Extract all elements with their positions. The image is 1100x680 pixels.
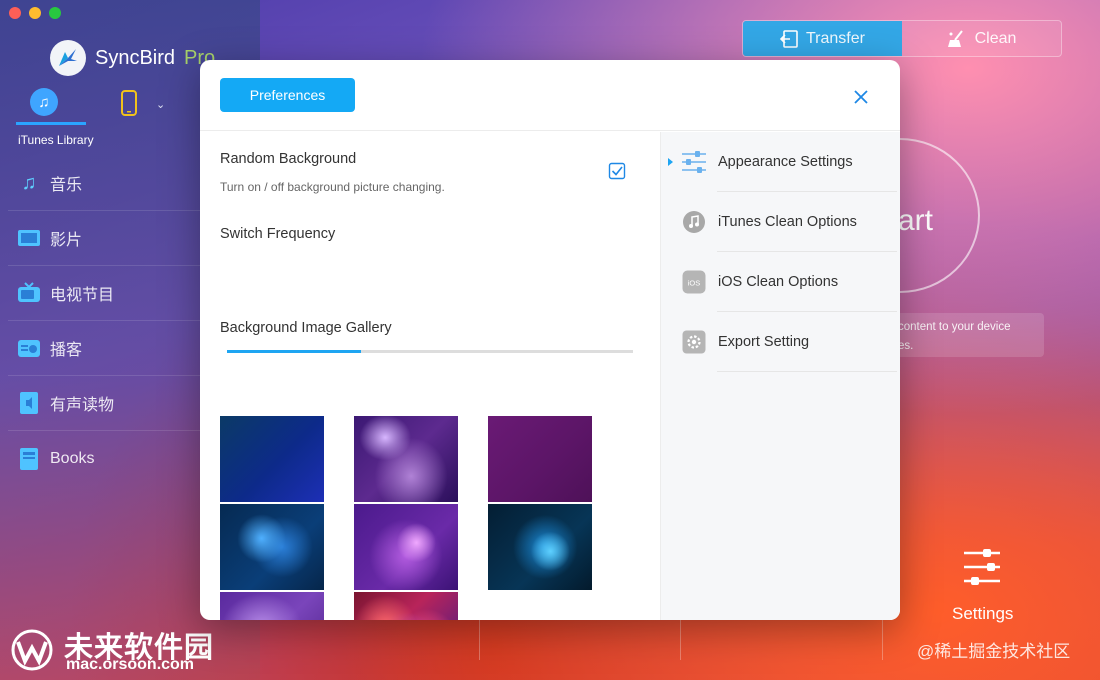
- sidebar-item-label: 影片: [50, 232, 83, 249]
- random-background-title: Random Background: [220, 151, 357, 167]
- divider: [882, 620, 883, 660]
- gallery-thumb[interactable]: [488, 416, 592, 502]
- chevron-down-icon[interactable]: ⌄: [156, 98, 165, 111]
- transfer-label: Transfer: [806, 29, 865, 47]
- gallery-thumb[interactable]: [220, 504, 324, 590]
- mode-segmented-control: Transfer Clean: [742, 20, 1062, 57]
- active-indicator-icon: [668, 158, 673, 166]
- gallery-thumb-selected[interactable]: [354, 592, 458, 620]
- random-background-checkbox[interactable]: [608, 162, 626, 180]
- gallery-thumb[interactable]: [488, 504, 592, 590]
- menu-item-label: Export Setting: [718, 334, 810, 350]
- app-logo: SyncBird Pro: [50, 40, 215, 76]
- menu-item-itunes-clean-options[interactable]: iTunes Clean Options: [661, 192, 900, 252]
- ios-icon: iOS: [682, 270, 706, 294]
- watermark-logo-icon: [11, 629, 53, 671]
- sidebar-item-movies[interactable]: 影片: [8, 211, 200, 266]
- transfer-icon: [780, 29, 798, 48]
- sidebar-item-tv-shows[interactable]: 电视节目: [8, 266, 200, 321]
- switch-frequency-slider[interactable]: [227, 350, 633, 353]
- sidebar-item-podcasts[interactable]: 播客: [8, 321, 200, 376]
- random-background-description: Turn on / off background picture changin…: [220, 180, 445, 194]
- appearance-settings-panel: Random Background Turn on / off backgrou…: [200, 132, 660, 620]
- gear-icon: [682, 330, 706, 354]
- podcast-icon: [16, 336, 42, 360]
- gallery-thumb[interactable]: [220, 592, 324, 620]
- divider: [680, 620, 681, 660]
- bird-logo-icon: [50, 40, 86, 76]
- sidebar-item-audiobooks[interactable]: 有声读物: [8, 376, 200, 431]
- watermark-left-url: mac.orsoon.com: [66, 656, 195, 673]
- start-hint-line1: content to your device: [898, 321, 1011, 333]
- sidebar-item-label: 有声读物: [50, 397, 115, 414]
- clean-button[interactable]: Clean: [902, 21, 1061, 56]
- settings-label[interactable]: Settings: [952, 604, 1013, 624]
- sidebar-nav: ♫ 音乐 影片 电视节目 播客 有声读物 Books: [8, 156, 200, 486]
- sidebar-item-label: Books: [50, 449, 95, 467]
- books-icon: [16, 447, 42, 471]
- music-note-icon: [683, 211, 705, 233]
- gallery-title: Background Image Gallery: [220, 320, 392, 336]
- broom-icon: [947, 29, 963, 47]
- app-name: SyncBird: [95, 46, 176, 69]
- sidebar-item-label: 电视节目: [50, 287, 115, 304]
- menu-item-ios-clean-options[interactable]: iOS iOS Clean Options: [661, 252, 900, 312]
- preferences-menu: Appearance Settings iTunes Clean Options…: [660, 132, 900, 620]
- slider-fill: [227, 350, 361, 353]
- window-minimize-button[interactable]: [29, 7, 41, 19]
- background-gallery: [220, 416, 620, 620]
- sidebar-item-label: 播客: [50, 342, 83, 359]
- menu-item-appearance-settings[interactable]: Appearance Settings: [661, 132, 900, 192]
- itunes-library-label: iTunes Library: [18, 133, 94, 147]
- music-icon: ♫: [21, 171, 37, 194]
- transfer-button[interactable]: Transfer: [743, 21, 902, 56]
- gallery-thumb[interactable]: [220, 416, 324, 502]
- film-icon: [16, 226, 42, 250]
- ios-icon-text: iOS: [688, 279, 701, 288]
- window-close-button[interactable]: [9, 7, 21, 19]
- gallery-thumb[interactable]: [354, 416, 458, 502]
- sidebar-item-books[interactable]: Books: [8, 431, 200, 486]
- preferences-dialog: Preferences Random Background Turn on / …: [200, 60, 900, 620]
- divider: [717, 371, 897, 372]
- clean-label: Clean: [974, 29, 1017, 47]
- itunes-tab-icon[interactable]: ♫: [30, 88, 58, 116]
- divider: [479, 620, 480, 660]
- watermark-right-text: @稀土掘金技术社区: [917, 642, 1071, 661]
- iphone-tab-icon[interactable]: [120, 90, 138, 116]
- preferences-title-button[interactable]: Preferences: [220, 78, 355, 112]
- close-icon[interactable]: [850, 86, 872, 108]
- menu-item-label: iOS Clean Options: [718, 274, 839, 290]
- tv-icon: [16, 281, 42, 305]
- settings-sliders-icon[interactable]: [962, 547, 1002, 587]
- window-zoom-button[interactable]: [49, 7, 61, 19]
- start-hint-line2: es.: [898, 340, 914, 352]
- menu-item-label: Appearance Settings: [718, 154, 853, 170]
- dialog-header: Preferences: [200, 60, 900, 131]
- sidebar-item-music[interactable]: ♫ 音乐: [8, 156, 200, 211]
- active-tab-underline: [16, 122, 86, 125]
- start-button-label: art: [898, 204, 934, 237]
- sidebar-item-label: 音乐: [50, 177, 83, 194]
- switch-frequency-title: Switch Frequency: [220, 226, 336, 242]
- sliders-icon: [682, 151, 706, 173]
- audiobook-icon: [16, 391, 42, 415]
- gallery-thumb[interactable]: [354, 504, 458, 590]
- menu-item-export-setting[interactable]: Export Setting: [661, 312, 900, 372]
- menu-item-label: iTunes Clean Options: [718, 214, 857, 230]
